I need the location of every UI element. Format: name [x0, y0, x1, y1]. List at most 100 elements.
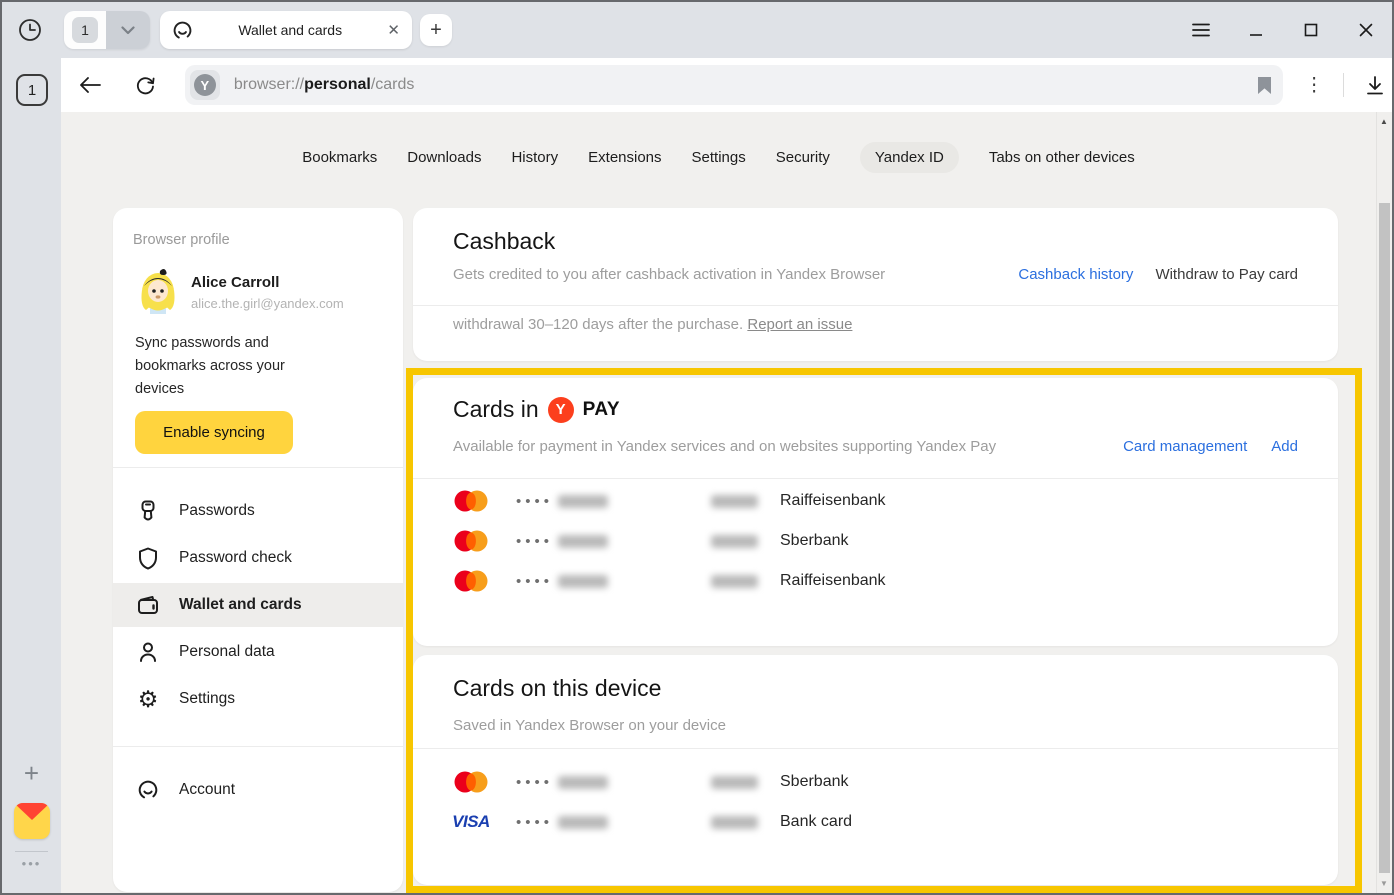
scrollbar-thumb[interactable]	[1379, 203, 1390, 873]
card-divider	[413, 748, 1338, 749]
scroll-down-arrow-icon[interactable]: ▼	[1380, 879, 1388, 888]
cashback-history-link[interactable]: Cashback history	[1018, 266, 1133, 283]
history-clock-icon[interactable]	[12, 12, 48, 48]
device-cards-subtitle: Saved in Yandex Browser on your device	[453, 717, 726, 734]
masked-digits: ••••	[516, 774, 550, 791]
address-bar[interactable]: Y browser://personal/cards	[185, 65, 1283, 105]
tab-wallet-and-cards[interactable]: Wallet and cards ✕	[160, 11, 412, 49]
cashback-title: Cashback	[453, 228, 555, 255]
sidebar-item-password-check[interactable]: Password check	[113, 536, 403, 580]
blurred-expiry-date	[711, 816, 758, 829]
bank-name: Sberbank	[780, 773, 849, 791]
sync-description: Sync passwords and bookmarks across your…	[135, 332, 335, 401]
chevron-down-icon	[121, 26, 135, 35]
yandex-pay-logo-icon: Y	[548, 397, 574, 423]
menu-hamburger-icon[interactable]	[1189, 18, 1213, 42]
mastercard-logo	[449, 771, 493, 793]
sidebar-item-label: Account	[179, 781, 235, 799]
minimize-icon[interactable]	[1244, 18, 1268, 42]
sidebar-item-account[interactable]: Account	[113, 768, 403, 812]
card-divider	[413, 305, 1338, 306]
left-rail: 1 + •••	[2, 58, 61, 893]
card-row[interactable]: •••• Raiffeisenbank	[413, 481, 1338, 521]
blurred-expiry-date	[711, 776, 758, 789]
sidebar-item-settings[interactable]: ⚙ Settings	[113, 677, 403, 721]
masked-digits: ••••	[516, 533, 550, 550]
sidebar-item-personal-data[interactable]: Personal data	[113, 630, 403, 674]
downloads-icon[interactable]	[1358, 68, 1392, 102]
sidebar-divider	[113, 746, 403, 747]
device-cards-title: Cards on this device	[453, 675, 661, 702]
nav-tab-history[interactable]: History	[511, 142, 558, 173]
nav-tab-security[interactable]: Security	[776, 142, 830, 173]
blurred-card-number	[558, 535, 608, 548]
withdraw-to-pay-card-link[interactable]: Withdraw to Pay card	[1155, 266, 1298, 283]
tab-group-dropdown[interactable]	[106, 11, 150, 49]
avatar	[133, 264, 183, 314]
nav-tab-downloads[interactable]: Downloads	[407, 142, 481, 173]
rail-add-icon[interactable]: +	[2, 758, 61, 789]
blurred-card-number	[558, 816, 608, 829]
rail-divider	[15, 851, 48, 852]
nav-tab-extensions[interactable]: Extensions	[588, 142, 661, 173]
wallet-icon	[135, 594, 161, 616]
cashback-subtitle: Gets credited to you after cashback acti…	[453, 266, 885, 283]
yandex-mail-icon[interactable]	[14, 803, 50, 839]
maximize-icon[interactable]	[1299, 18, 1323, 42]
blurred-card-number	[558, 575, 608, 588]
back-icon[interactable]	[73, 68, 107, 102]
blurred-expiry-date	[711, 495, 758, 508]
add-card-link[interactable]: Add	[1271, 438, 1298, 455]
blurred-expiry-date	[711, 535, 758, 548]
tab-group-badge[interactable]: 1	[64, 11, 106, 49]
masked-digits: ••••	[516, 493, 550, 510]
nav-tab-bookmarks[interactable]: Bookmarks	[302, 142, 377, 173]
cashback-section: Cashback Gets credited to you after cash…	[413, 208, 1338, 361]
card-row[interactable]: VISA •••• Bank card	[413, 802, 1338, 842]
sidebar-item-wallet-and-cards[interactable]: Wallet and cards	[113, 583, 403, 627]
shield-icon	[135, 547, 161, 570]
mastercard-logo	[449, 570, 493, 592]
device-cards-section: Cards on this device Saved in Yandex Bro…	[413, 655, 1338, 885]
rail-overflow-icon[interactable]: •••	[2, 856, 61, 871]
yandex-smile-icon	[135, 779, 161, 801]
sidebar-item-label: Passwords	[179, 502, 255, 520]
bank-name: Bank card	[780, 813, 852, 831]
tab-counter-button[interactable]: 1	[16, 74, 48, 106]
url-text[interactable]: browser://personal/cards	[234, 76, 1258, 94]
sidebar-item-passwords[interactable]: Passwords	[113, 489, 403, 533]
settings-page: Bookmarks Downloads History Extensions S…	[61, 112, 1392, 893]
titlebar: 1 Wallet and cards ✕ +	[2, 2, 1392, 58]
nav-tab-settings[interactable]: Settings	[692, 142, 746, 173]
close-window-icon[interactable]	[1354, 18, 1378, 42]
card-row[interactable]: •••• Sberbank	[413, 521, 1338, 561]
card-management-link[interactable]: Card management	[1123, 438, 1247, 455]
scrollbar[interactable]: ▲ ▼	[1376, 112, 1392, 893]
enable-syncing-button[interactable]: Enable syncing	[135, 411, 293, 454]
tab-group-control[interactable]: 1	[64, 11, 150, 49]
window-controls	[1189, 2, 1378, 58]
masked-digits: ••••	[516, 814, 550, 831]
new-tab-button[interactable]: +	[420, 14, 452, 46]
page-favicon: Y	[190, 70, 220, 100]
reload-icon[interactable]	[129, 68, 163, 102]
settings-nav-tabs: Bookmarks Downloads History Extensions S…	[61, 142, 1376, 173]
blurred-expiry-date	[711, 575, 758, 588]
bank-name: Raiffeisenbank	[780, 492, 886, 510]
ypay-title: Cards in Y PAY	[453, 396, 620, 423]
report-an-issue-link[interactable]: Report an issue	[747, 316, 852, 333]
sidebar-item-label: Password check	[179, 549, 292, 567]
toolbar-kebab-icon[interactable]: ⋮	[1297, 68, 1331, 102]
browser-window: 1 Wallet and cards ✕ +	[0, 0, 1394, 895]
ypay-cards-section: Cards in Y PAY Available for payment in …	[413, 378, 1338, 646]
profile-sidebar: Browser profile	[113, 208, 403, 892]
nav-tab-yandex-id[interactable]: Yandex ID	[860, 142, 959, 173]
nav-tab-other-devices[interactable]: Tabs on other devices	[989, 142, 1135, 173]
tab-close-icon[interactable]: ✕	[387, 21, 400, 39]
card-row[interactable]: •••• Raiffeisenbank	[413, 561, 1338, 601]
bookmark-flag-icon[interactable]	[1258, 77, 1271, 94]
card-row[interactable]: •••• Sberbank	[413, 762, 1338, 802]
scroll-up-arrow-icon[interactable]: ▲	[1380, 117, 1388, 126]
person-icon	[135, 641, 161, 663]
key-icon	[135, 500, 161, 523]
